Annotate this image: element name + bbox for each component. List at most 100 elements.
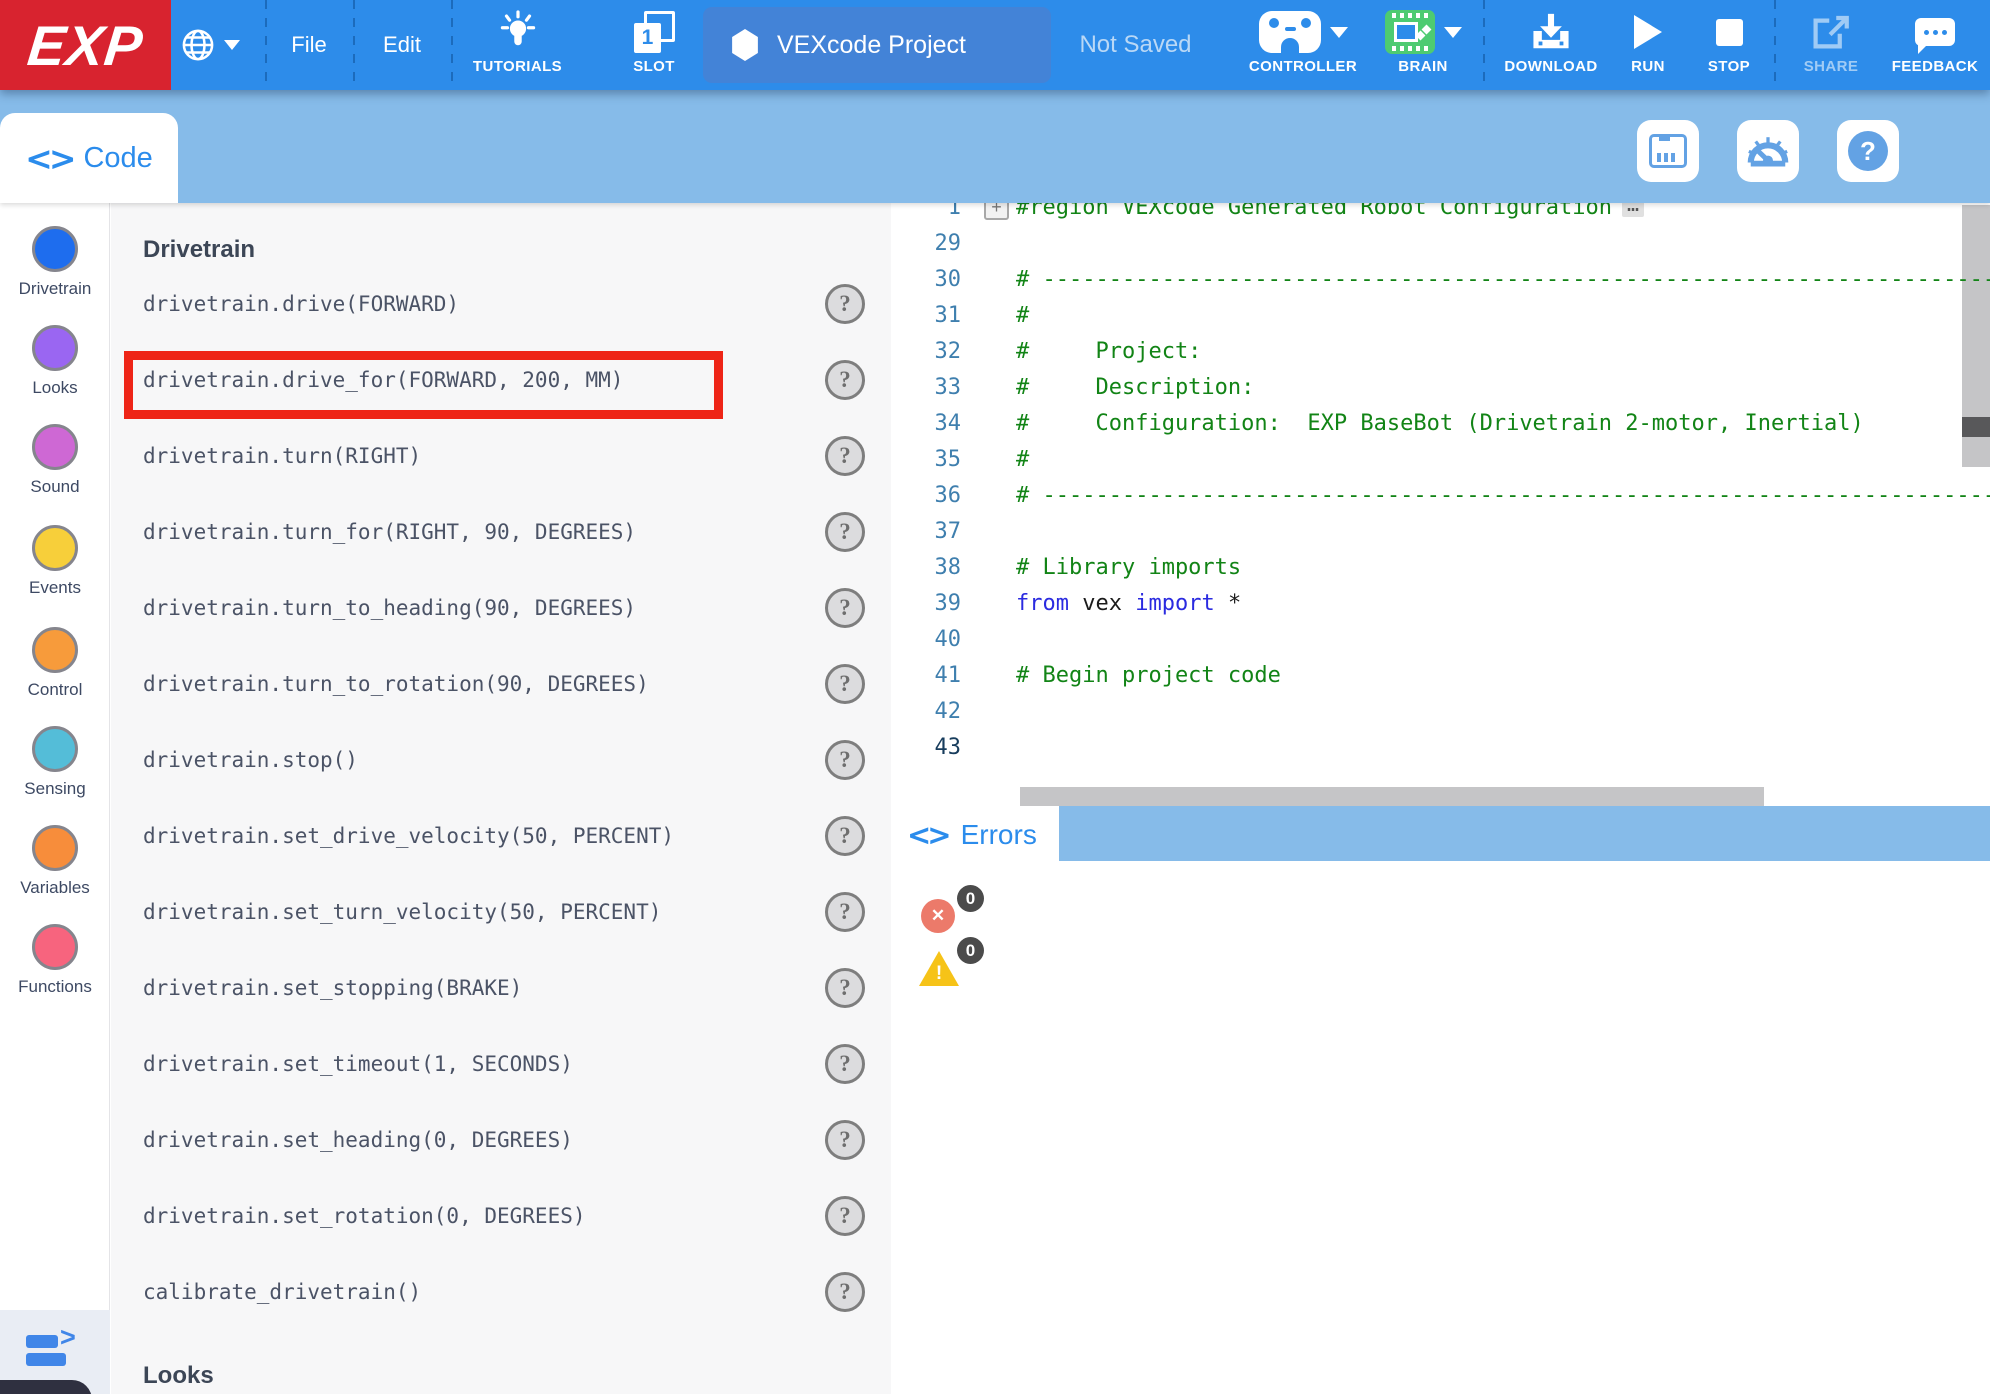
dashboard-button[interactable] xyxy=(1737,120,1799,182)
sidebar-item-drivetrain[interactable]: Drivetrain xyxy=(0,226,110,299)
command-help-button[interactable]: ? xyxy=(825,1196,865,1236)
command-help-button[interactable]: ? xyxy=(825,968,865,1008)
horizontal-scrollbar[interactable] xyxy=(891,787,1990,806)
command-text[interactable]: drivetrain.set_timeout(1, SECONDS) xyxy=(143,1052,573,1076)
sidebar-item-events[interactable]: Events xyxy=(0,525,110,598)
command-help-button[interactable]: ? xyxy=(825,284,865,324)
sidebar-item-control[interactable]: Control xyxy=(0,627,110,700)
command-text[interactable]: drivetrain.stop() xyxy=(143,748,358,772)
sidebar-item-looks[interactable]: Looks xyxy=(0,325,110,398)
category-label: Events xyxy=(0,578,110,598)
errors-body: ✕ 0 ! 0 xyxy=(891,861,1990,1394)
blocks-icon: > xyxy=(26,1328,84,1376)
sidebar-item-sensing[interactable]: Sensing xyxy=(0,726,110,799)
tutorials-button[interactable]: TUTORIALS xyxy=(455,0,580,90)
command-help-button[interactable]: ? xyxy=(825,588,865,628)
command-help-button[interactable]: ? xyxy=(825,892,865,932)
sidebar-item-variables[interactable]: Variables xyxy=(0,825,110,898)
divider xyxy=(1483,0,1485,90)
command-text[interactable]: drivetrain.set_rotation(0, DEGREES) xyxy=(143,1204,586,1228)
run-button[interactable]: RUN xyxy=(1613,0,1683,90)
code-line: 36# ------------------------------------… xyxy=(891,477,1990,513)
line-number: 36 xyxy=(891,483,961,508)
command-help-button[interactable]: ? xyxy=(825,512,865,552)
command-text[interactable]: drivetrain.set_heading(0, DEGREES) xyxy=(143,1128,573,1152)
share-icon xyxy=(1810,9,1852,55)
line-number: 39 xyxy=(891,591,961,616)
command-text[interactable]: drivetrain.turn_to_heading(90, DEGREES) xyxy=(143,596,636,620)
edit-menu[interactable]: Edit xyxy=(355,0,449,90)
code-angle-icon: <> xyxy=(25,139,72,178)
command-text[interactable]: drivetrain.turn_for(RIGHT, 90, DEGREES) xyxy=(143,520,636,544)
code-line: 39from vex import * xyxy=(891,585,1990,621)
line-number: 32 xyxy=(891,339,961,364)
code-line: 1+#region VEXcode Generated Robot Config… xyxy=(891,203,1990,225)
command-row: drivetrain.set_timeout(1, SECONDS)? xyxy=(111,1026,891,1102)
chevron-down-icon xyxy=(224,40,240,50)
top-navbar: EXP File Edit xyxy=(0,0,1990,90)
code-token: from xyxy=(1016,591,1069,616)
command-help-button[interactable]: ? xyxy=(825,436,865,476)
command-text[interactable]: drivetrain.drive(FORWARD) xyxy=(143,292,459,316)
help-button-toolbar[interactable]: ? xyxy=(1837,120,1899,182)
download-button[interactable]: DOWNLOAD xyxy=(1492,0,1610,90)
file-menu[interactable]: File xyxy=(267,0,351,90)
sidebar-item-functions[interactable]: Functions xyxy=(0,924,110,997)
brain-button[interactable]: BRAIN xyxy=(1373,0,1473,90)
category-sidebar: Drivetrain Looks Sound Events Control Sensing… xyxy=(0,203,110,1394)
command-text[interactable]: calibrate_drivetrain() xyxy=(143,1280,421,1304)
command-text[interactable]: drivetrain.turn_to_rotation(90, DEGREES) xyxy=(143,672,649,696)
x-mark-icon: ✕ xyxy=(931,906,945,926)
command-row: drivetrain.drive(FORWARD)? xyxy=(111,266,891,342)
code-line: 32# Project: xyxy=(891,333,1990,369)
fold-toggle-icon[interactable]: + xyxy=(984,203,1009,220)
command-help-button[interactable]: ? xyxy=(825,740,865,780)
code-editor[interactable]: 1+#region VEXcode Generated Robot Config… xyxy=(891,203,1990,787)
line-number: 30 xyxy=(891,267,961,292)
controller-button[interactable]: CONTROLLER xyxy=(1237,0,1369,90)
save-status: Not Saved xyxy=(1068,0,1203,90)
share-button[interactable]: SHARE xyxy=(1783,0,1879,90)
line-number: 1 xyxy=(891,203,961,220)
error-count: 0 xyxy=(966,889,975,909)
code-token: # xyxy=(1016,267,1043,292)
category-circle xyxy=(32,226,78,272)
slot-icon: 1 xyxy=(632,11,676,53)
command-help-button[interactable]: ? xyxy=(825,1272,865,1312)
command-help-button[interactable]: ? xyxy=(825,664,865,704)
code-line: 30 # ------------------------------------… xyxy=(891,261,1990,297)
command-text[interactable]: drivetrain.set_stopping(BRAKE) xyxy=(143,976,522,1000)
hexagon-icon xyxy=(731,29,759,61)
slot-button[interactable]: 1 SLOT xyxy=(600,0,708,90)
folded-region-ellipsis[interactable]: … xyxy=(1622,203,1644,217)
play-icon xyxy=(1634,15,1662,49)
category-circle xyxy=(32,325,78,371)
tab-code[interactable]: <> Code xyxy=(0,113,178,203)
code-token: # Library imports xyxy=(1016,555,1241,580)
command-help-button[interactable]: ? xyxy=(825,1120,865,1160)
chevron-down-icon xyxy=(1444,27,1462,38)
feedback-button[interactable]: FEEDBACK xyxy=(1884,0,1986,90)
command-text[interactable]: drivetrain.set_turn_velocity(50, PERCENT… xyxy=(143,900,661,924)
brain-icon xyxy=(1385,10,1435,54)
sidebar-item-sound[interactable]: Sound xyxy=(0,424,110,497)
command-row: drivetrain.stop()? xyxy=(111,722,891,798)
brain-label: BRAIN xyxy=(1398,58,1448,75)
code-lines: 1+#region VEXcode Generated Robot Config… xyxy=(891,203,1990,765)
command-row: drivetrain.turn_for(RIGHT, 90, DEGREES)? xyxy=(111,494,891,570)
line-number: 31 xyxy=(891,303,961,328)
command-text[interactable]: drivetrain.turn(RIGHT) xyxy=(143,444,421,468)
command-help-button[interactable]: ? xyxy=(825,816,865,856)
command-row: calibrate_drivetrain()? xyxy=(111,1254,891,1330)
project-name-button[interactable]: VEXcode Project xyxy=(703,7,1051,83)
command-text[interactable]: drivetrain.set_drive_velocity(50, PERCEN… xyxy=(143,824,674,848)
horizontal-scrollbar-thumb[interactable] xyxy=(1020,787,1764,806)
tab-errors[interactable]: <> Errors xyxy=(891,806,1059,864)
command-help-button[interactable]: ? xyxy=(825,1044,865,1084)
code-token: ----------------------------------------… xyxy=(1043,267,1990,292)
command-help-button[interactable]: ? xyxy=(825,360,865,400)
device-info-button[interactable] xyxy=(1637,120,1699,182)
language-menu[interactable] xyxy=(180,0,240,90)
code-line-text: # Description: xyxy=(1016,375,1254,400)
stop-button[interactable]: STOP xyxy=(1692,0,1766,90)
